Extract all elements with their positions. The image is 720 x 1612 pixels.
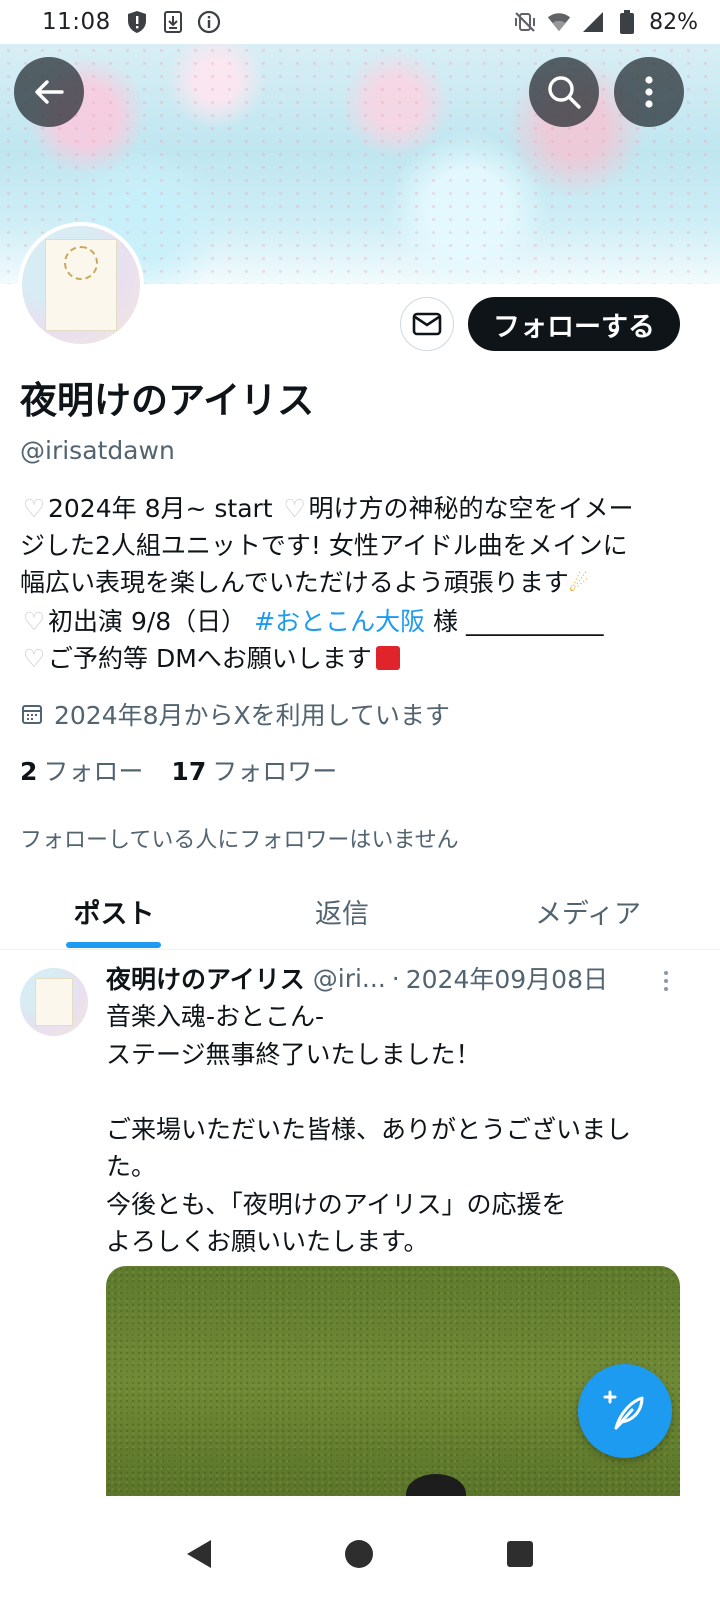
bio-line-5: ♡ ご予約等 DMへお願いします [20,640,700,677]
calendar-icon [22,705,42,724]
battery-percentage: 82% [649,9,698,35]
avatar-image [22,226,140,344]
post-line [106,1073,686,1111]
white-heart-icon: ♡ [22,607,46,636]
vibrate-off-icon [513,10,537,34]
following-label: フォロー [43,757,144,786]
post-more-button[interactable] [656,966,676,996]
more-dot [664,971,668,975]
nav-home-icon[interactable] [345,1540,373,1568]
hashtag-link[interactable]: #おとこん大阪 [254,607,425,636]
post-header: 夜明けのアイリス @iri... · 2024年09月08日 [106,960,666,996]
message-button[interactable] [400,297,454,351]
more-vertical-icon [645,76,653,108]
bio-line-1: ♡ 2024年 8月~ start ♡ 明け方の神秘的な空をイメー [20,490,700,527]
post-avatar[interactable] [20,968,88,1036]
mailbox-icon [375,646,400,670]
following-link[interactable]: 2 フォロー [20,752,143,788]
post-line: よろしくお願いいたします。 [106,1227,429,1256]
shoe-in-photo [406,1474,466,1496]
post-author-name[interactable]: 夜明けのアイリス [106,960,305,996]
battery-icon [615,10,639,34]
post-line: 今後とも、「夜明けのアイリス」の応援を [106,1189,567,1219]
profile-handle: @irisatdawn [20,436,175,465]
post-text[interactable]: 音楽入魂-おとこん- ステージ無事終了いたしました！ ご来場いただいた皆様、あり… [106,998,686,1261]
followers-label: フォロワー [212,757,338,786]
mutual-followers-note: フォローしている人にフォロワーはいません [20,828,459,853]
joined-date: 2024年8月からXを利用しています [20,696,450,732]
profile-bio: ♡ 2024年 8月~ start ♡ 明け方の神秘的な空をイメー ジした2人組ユニ… [20,490,700,677]
shooting-star-icon: ☄ [568,572,589,597]
download-icon [161,10,185,34]
search-button[interactable] [529,57,599,127]
profile-display-name: 夜明けのアイリス [20,379,315,422]
bio-line-3: 幅広い表現を楽しんでいただけるよう頑張ります☄ [20,564,700,603]
followers-count: 17 [171,757,207,786]
tab-media[interactable]: メディア [456,874,720,949]
shield-alert-icon [125,10,149,34]
nav-back-icon[interactable] [187,1540,211,1568]
profile-tabs: ポスト 返信 メディア [0,874,720,950]
white-heart-icon: ♡ [283,494,306,523]
tab-replies[interactable]: 返信 [228,874,456,949]
compose-feather-icon [603,1390,644,1430]
followers-link[interactable]: 17 フォロワー [171,752,337,788]
signal-icon [581,10,605,34]
back-button[interactable] [14,57,84,127]
more-dot [664,979,668,983]
system-navigation-bar [0,1496,720,1612]
sun-moon-emblem [64,246,98,280]
joined-text: 2024年8月からXを利用しています [54,701,450,730]
info-icon [197,10,221,34]
more-options-button[interactable] [614,57,684,127]
status-bar: 11:08 82% [0,0,720,44]
envelope-icon [412,312,442,336]
post-line: た。 [106,1152,157,1181]
bio-line-2: ジした2人組ユニットです! 女性アイドル曲をメインに [20,531,628,560]
post-author-handle[interactable]: @iri... [313,964,386,993]
post-line: ご来場いただいた皆様、ありがとうございまし [106,1114,632,1144]
back-arrow-icon [35,80,64,104]
avatar-logo-card [45,239,117,331]
more-dot [664,987,668,991]
post-date[interactable]: 2024年09月08日 [406,960,608,996]
bio-line-4: ♡ 初出演 9/8（日） #おとこん大阪 様 ___________ [20,603,700,640]
white-heart-icon: ♡ [22,644,46,673]
post-line: ステージ無事終了いたしました！ [106,1039,481,1069]
avatar-logo-card [35,978,73,1026]
post-line: 音楽入魂-おとこん- [106,1002,325,1031]
following-count: 2 [20,757,38,786]
follow-stats: 2 フォロー 17 フォロワー [20,752,337,788]
follow-button[interactable]: フォローする [468,297,680,351]
white-heart-icon: ♡ [22,494,46,523]
avatar-logo-lettering [80,315,83,324]
post-separator: · [391,963,400,993]
status-time: 11:08 [42,9,111,35]
wifi-icon [547,10,571,34]
nav-recents-icon[interactable] [507,1541,533,1567]
active-tab-indicator [66,942,161,948]
profile-avatar[interactable] [18,222,144,348]
compose-post-button[interactable] [578,1364,672,1458]
search-icon [548,76,581,109]
tab-posts[interactable]: ポスト [0,874,228,949]
